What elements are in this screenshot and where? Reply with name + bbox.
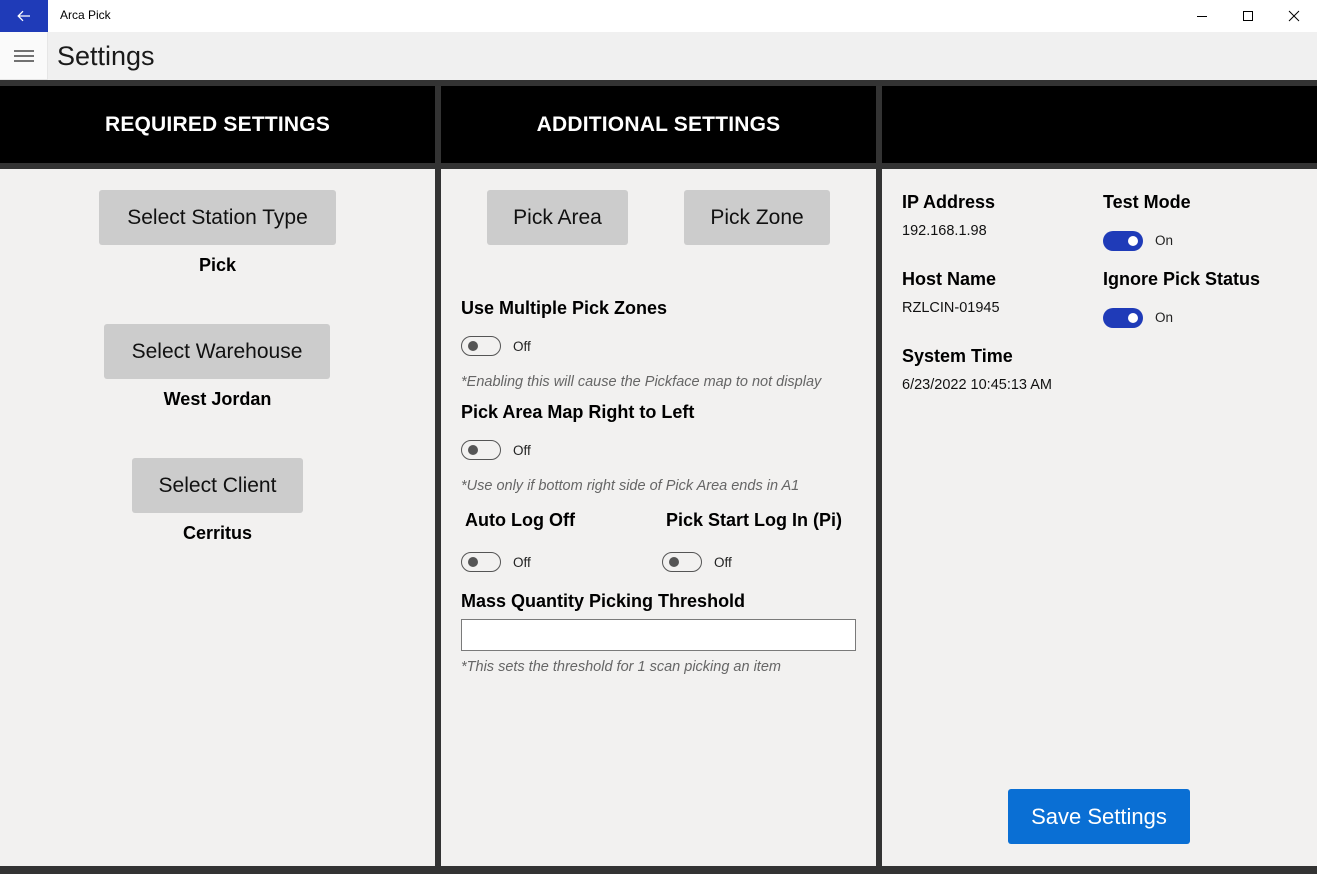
back-button[interactable] [0, 0, 48, 32]
additional-settings-heading: ADDITIONAL SETTINGS [441, 86, 876, 163]
toggle-knob [468, 445, 478, 455]
minimize-icon [1197, 16, 1207, 17]
multiple-pick-zones-state: Off [513, 339, 531, 354]
save-settings-button[interactable]: Save Settings [1008, 789, 1190, 844]
multiple-pick-zones-toggle[interactable] [461, 336, 501, 356]
ip-address-value: 192.168.1.98 [902, 223, 987, 239]
hamburger-menu-icon [13, 49, 34, 62]
test-mode-label: Test Mode [1103, 192, 1191, 212]
mass-quantity-label: Mass Quantity Picking Threshold [461, 591, 746, 611]
toggle-knob [669, 557, 679, 567]
select-station-type-button[interactable]: Select Station Type [99, 190, 336, 245]
pick-area-button[interactable]: Pick Area [487, 190, 628, 245]
info-panel: IP Address 192.168.1.98 Host Name RZLCIN… [882, 169, 1317, 866]
additional-settings-panel: Pick Area Pick Zone Use Multiple Pick Zo… [441, 169, 876, 866]
mass-quantity-note: *This sets the threshold for 1 scan pick… [461, 659, 781, 675]
auto-log-off-state: Off [513, 555, 531, 570]
pick-start-login-label: Pick Start Log In (Pi) [666, 510, 843, 530]
info-heading [882, 86, 1317, 163]
app-title: Arca Pick [60, 8, 111, 22]
ignore-pick-status-toggle[interactable] [1103, 308, 1143, 328]
maximize-button[interactable] [1225, 0, 1271, 32]
map-right-to-left-label: Pick Area Map Right to Left [461, 402, 695, 422]
back-arrow-icon [17, 10, 30, 22]
pick-start-login-toggle[interactable] [662, 552, 702, 572]
page-header: Settings [0, 32, 1317, 80]
map-right-to-left-note: *Use only if bottom right side of Pick A… [461, 478, 800, 494]
pick-start-login-state: Off [714, 555, 732, 570]
host-name-label: Host Name [902, 269, 997, 289]
close-button[interactable] [1271, 0, 1317, 32]
menu-button[interactable] [0, 32, 48, 80]
map-right-to-left-state: Off [513, 443, 531, 458]
required-settings-heading: REQUIRED SETTINGS [0, 86, 435, 163]
test-mode-toggle[interactable] [1103, 231, 1143, 251]
ignore-pick-status-label: Ignore Pick Status [1103, 269, 1261, 289]
required-settings-panel: Select Station Type Pick Select Warehous… [0, 169, 435, 866]
minimize-button[interactable] [1179, 0, 1225, 32]
station-type-value: Pick [198, 255, 237, 275]
auto-log-off-label: Auto Log Off [465, 510, 575, 530]
select-warehouse-button[interactable]: Select Warehouse [104, 324, 330, 379]
ignore-pick-status-state: On [1155, 310, 1174, 325]
system-time-label: System Time [902, 346, 1013, 366]
system-time-value: 6/23/2022 10:45:13 AM [902, 377, 1052, 393]
ip-address-label: IP Address [902, 192, 996, 212]
select-client-button[interactable]: Select Client [132, 458, 303, 513]
warehouse-value: West Jordan [163, 389, 272, 409]
multiple-pick-zones-label: Use Multiple Pick Zones [461, 298, 668, 318]
title-bar: Arca Pick [0, 0, 1317, 32]
toggle-knob [468, 557, 478, 567]
mass-quantity-input[interactable] [461, 619, 856, 651]
maximize-icon [1243, 11, 1253, 21]
toggle-knob [1128, 313, 1138, 323]
toggle-knob [468, 341, 478, 351]
toggle-knob [1128, 236, 1138, 246]
map-right-to-left-toggle[interactable] [461, 440, 501, 460]
auto-log-off-toggle[interactable] [461, 552, 501, 572]
multiple-pick-zones-note: *Enabling this will cause the Pickface m… [461, 374, 822, 390]
page-title: Settings [57, 41, 155, 71]
pick-zone-button[interactable]: Pick Zone [684, 190, 830, 245]
close-icon [1288, 10, 1300, 22]
test-mode-state: On [1155, 233, 1174, 248]
client-value: Cerritus [182, 523, 253, 543]
host-name-value: RZLCIN-01945 [902, 300, 1000, 316]
settings-frame: REQUIRED SETTINGS ADDITIONAL SETTINGS Se… [0, 80, 1317, 874]
